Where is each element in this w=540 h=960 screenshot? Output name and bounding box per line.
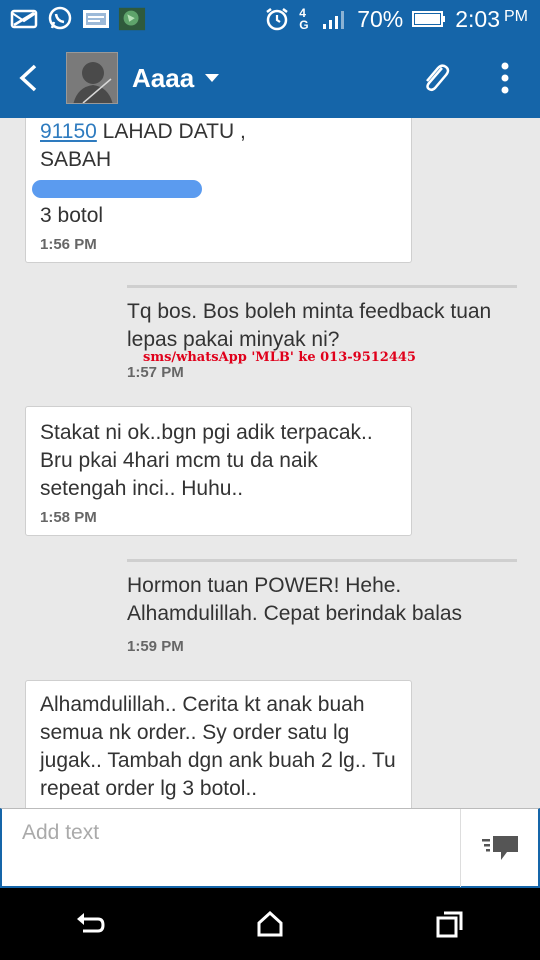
compose-bar bbox=[0, 808, 540, 888]
contact-avatar[interactable] bbox=[66, 52, 118, 104]
more-options-button[interactable] bbox=[470, 38, 540, 118]
more-vert-icon bbox=[501, 62, 509, 94]
postcode-link[interactable]: 91150 bbox=[40, 120, 97, 143]
recents-nav-icon bbox=[436, 911, 463, 938]
notification-icons bbox=[0, 6, 146, 32]
clock: 2:03 bbox=[455, 5, 500, 32]
message-thread[interactable]: 91150 LAHAD DATU , SABAH 3 botol 1:56 PM… bbox=[0, 118, 540, 808]
message-text: Tq bos. Bos boleh minta feedback tuan le… bbox=[127, 300, 492, 351]
app-bar-actions bbox=[400, 38, 540, 118]
message-text: Alhamdulillah.. Cerita kt anak buah semu… bbox=[40, 693, 396, 800]
attach-icon bbox=[426, 64, 450, 92]
nav-home-button[interactable] bbox=[225, 888, 315, 960]
app-bar: Aaaa bbox=[0, 38, 540, 118]
message-text: Stakat ni ok..bgn pgi adik terpacak.. Br… bbox=[40, 421, 373, 500]
message-bubble-received[interactable]: Alhamdulillah.. Cerita kt anak buah semu… bbox=[25, 680, 412, 808]
contact-title[interactable]: Aaaa bbox=[132, 63, 220, 94]
message-text: 91150 LAHAD DATU , SABAH 3 botol bbox=[32, 118, 397, 230]
alarm-icon bbox=[263, 6, 291, 32]
address-state: SABAH bbox=[40, 148, 112, 171]
navigation-bar bbox=[0, 888, 540, 960]
message-time: 1:57 PM bbox=[127, 364, 184, 381]
battery-icon bbox=[411, 6, 447, 32]
sim-card-icon bbox=[82, 6, 110, 32]
system-status: 4G 70% 2:03 PM bbox=[263, 6, 540, 33]
nav-recents-button[interactable] bbox=[405, 888, 495, 960]
address-line: LAHAD DATU , bbox=[96, 120, 246, 143]
message-sent[interactable]: Hormon tuan POWER! Hehe. Alhamdulillah. … bbox=[127, 559, 517, 655]
message-bubble-received[interactable]: Stakat ni ok..bgn pgi adik terpacak.. Br… bbox=[25, 406, 412, 536]
screen: 4G 70% 2:03 PM Aaaa 91150 LAHAD DATU , S… bbox=[0, 0, 540, 960]
network-type: 4G bbox=[299, 6, 309, 32]
whatsapp-icon bbox=[46, 6, 74, 32]
message-input[interactable] bbox=[2, 809, 460, 857]
message-time: 1:59 PM bbox=[127, 638, 184, 655]
gallery-icon bbox=[118, 6, 146, 32]
message-text: Hormon tuan POWER! Hehe. Alhamdulillah. … bbox=[127, 574, 463, 625]
send-button[interactable] bbox=[460, 809, 538, 887]
battery-percent: 70% bbox=[357, 5, 404, 32]
email-icon bbox=[10, 6, 38, 32]
status-bar: 4G 70% 2:03 PM bbox=[0, 0, 540, 38]
redaction-mark bbox=[32, 180, 202, 198]
send-icon bbox=[481, 836, 518, 860]
quantity-line: 3 botol bbox=[40, 204, 104, 227]
person-silhouette-icon bbox=[67, 53, 117, 103]
contact-name: Aaaa bbox=[132, 62, 195, 93]
home-nav-icon bbox=[257, 911, 283, 937]
back-arrow-icon bbox=[19, 64, 37, 92]
signal-icon bbox=[321, 6, 349, 32]
back-button[interactable] bbox=[0, 38, 56, 118]
message-time: 1:58 PM bbox=[40, 509, 97, 526]
attach-button[interactable] bbox=[400, 38, 470, 118]
dropdown-icon bbox=[205, 74, 220, 82]
message-time: 1:56 PM bbox=[40, 236, 97, 253]
message-sent[interactable]: Tq bos. Bos boleh minta feedback tuan le… bbox=[127, 285, 517, 381]
message-bubble-received[interactable]: 91150 LAHAD DATU , SABAH 3 botol 1:56 PM bbox=[25, 118, 412, 263]
back-nav-icon bbox=[77, 913, 105, 933]
nav-back-button[interactable] bbox=[45, 888, 135, 960]
clock-ampm: PM bbox=[504, 7, 528, 25]
